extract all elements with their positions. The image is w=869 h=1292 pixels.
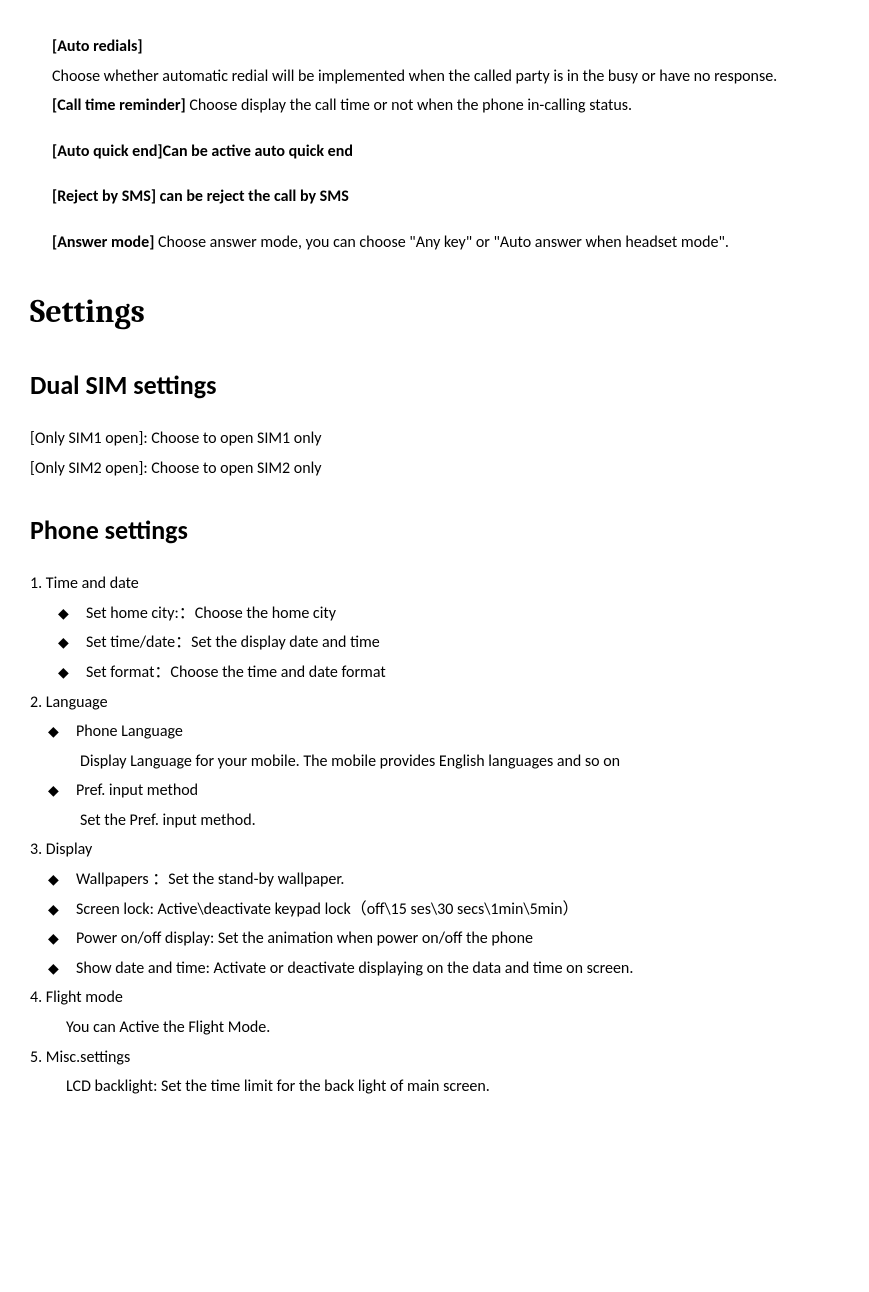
phone-display: 3. Display: [30, 837, 839, 863]
list-item: ◆ Set home city:：Choose the home city: [30, 601, 839, 627]
heading-phone-settings: Phone settings: [30, 510, 839, 552]
answer-mode-text: Choose answer mode, you can choose "Any …: [158, 233, 729, 252]
list-item: ◆ Pref. input method: [30, 778, 839, 804]
call-time-reminder-text: Choose display the call time or not when…: [189, 96, 632, 115]
bullet-power-display: Power on/off display: Set the animation …: [76, 926, 839, 952]
diamond-bullet-icon: ◆: [58, 632, 86, 654]
list-item: ◆ Show date and time: Activate or deacti…: [30, 956, 839, 982]
phone-time-date: 1. Time and date: [30, 571, 839, 597]
answer-mode-bold: [Answer mode]: [52, 233, 158, 252]
diamond-bullet-icon: ◆: [48, 721, 76, 743]
call-time-reminder: [Call time reminder] Choose display the …: [30, 93, 839, 119]
reject-by-sms: [Reject by SMS] can be reject the call b…: [30, 184, 839, 210]
diamond-bullet-icon: ◆: [58, 603, 86, 625]
diamond-bullet-icon: ◆: [48, 958, 76, 980]
bullet-set-home-city: Set home city:：Choose the home city: [86, 601, 839, 627]
misc-desc: LCD backlight: Set the time limit for th…: [30, 1074, 839, 1100]
list-item: ◆ Set time/date：Set the display date and…: [30, 630, 839, 656]
diamond-bullet-icon: ◆: [48, 869, 76, 891]
list-item: ◆ Set format：Choose the time and date fo…: [30, 660, 839, 686]
auto-redials-title: [Auto redials]: [30, 34, 839, 60]
answer-mode: [Answer mode] Choose answer mode, you ca…: [30, 230, 839, 256]
bullet-wallpapers: Wallpapers ：Set the stand-by wallpaper.: [76, 867, 839, 893]
diamond-bullet-icon: ◆: [48, 899, 76, 921]
list-item: ◆ Phone Language: [30, 719, 839, 745]
phone-language: 2. Language: [30, 690, 839, 716]
bullet-screen-lock: Screen lock: Active\deactivate keypad lo…: [76, 897, 839, 923]
list-item: ◆ Power on/off display: Set the animatio…: [30, 926, 839, 952]
call-time-reminder-bold: [Call time reminder]: [52, 96, 189, 115]
list-item: ◆ Screen lock: Active\deactivate keypad …: [30, 897, 839, 923]
phone-language-desc: Display Language for your mobile. The mo…: [30, 749, 839, 775]
phone-misc: 5. Misc.settings: [30, 1045, 839, 1071]
heading-settings: Settings: [30, 286, 839, 337]
pref-input-desc: Set the Pref. input method.: [30, 808, 839, 834]
dual-sim2-text: [Only SIM2 open]: Choose to open SIM2 on…: [30, 456, 839, 482]
bullet-phone-language: Phone Language: [76, 719, 839, 745]
dual-sim1-text: [Only SIM1 open]: Choose to open SIM1 on…: [30, 426, 839, 452]
auto-quick-end: [Auto quick end]Can be active auto quick…: [30, 139, 839, 165]
bullet-set-time-date: Set time/date：Set the display date and t…: [86, 630, 839, 656]
bullet-pref-input: Pref. input method: [76, 778, 839, 804]
diamond-bullet-icon: ◆: [48, 928, 76, 950]
auto-redials-text: Choose whether automatic redial will be …: [30, 64, 839, 90]
flight-mode-desc: You can Active the Flight Mode.: [30, 1015, 839, 1041]
phone-flight-mode: 4. Flight mode: [30, 985, 839, 1011]
diamond-bullet-icon: ◆: [48, 780, 76, 802]
diamond-bullet-icon: ◆: [58, 662, 86, 684]
bullet-show-date-time: Show date and time: Activate or deactiva…: [76, 956, 839, 982]
bullet-set-format: Set format：Choose the time and date form…: [86, 660, 839, 686]
list-item: ◆ Wallpapers ：Set the stand-by wallpaper…: [30, 867, 839, 893]
heading-dual-sim: Dual SIM settings: [30, 365, 839, 407]
